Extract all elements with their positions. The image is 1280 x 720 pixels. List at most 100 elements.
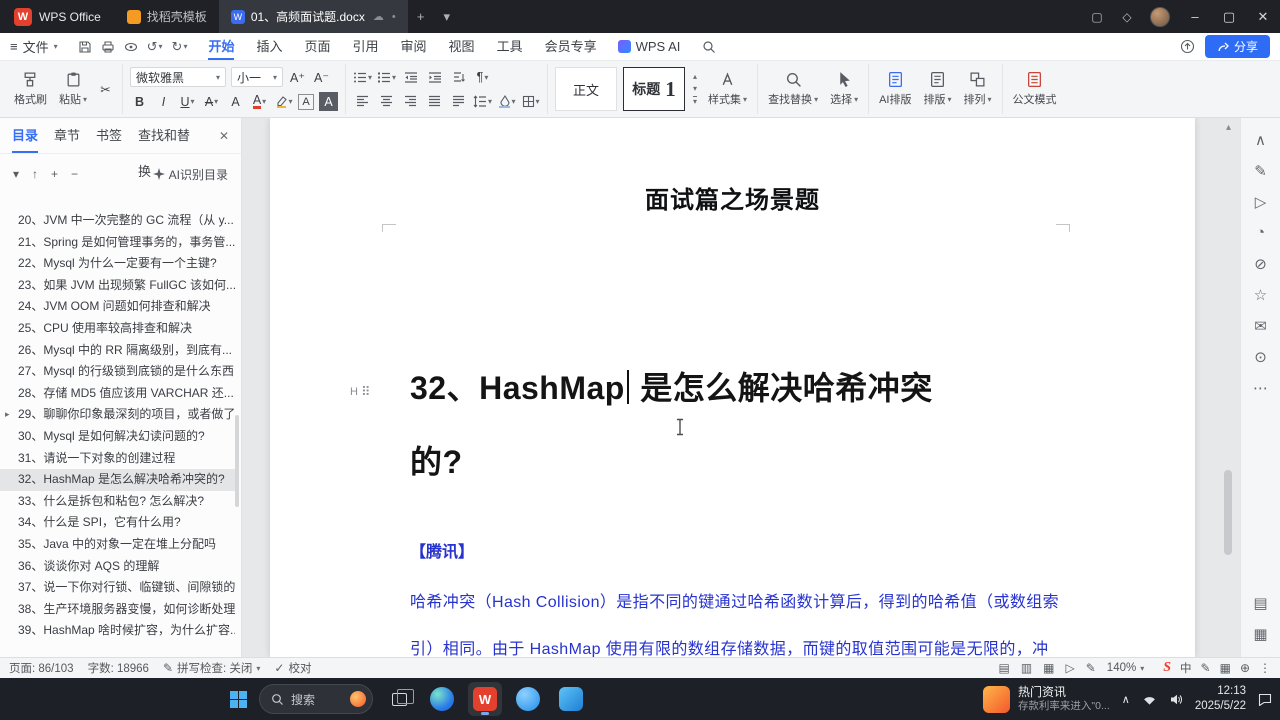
tab-document[interactable]: W 01、高频面试题.docx ☁ • xyxy=(218,0,408,33)
style-set-button[interactable]: 样式集 ▾ xyxy=(705,70,750,108)
expand-arrow-icon[interactable]: ▸ xyxy=(5,404,10,426)
tab-view[interactable]: 视图 xyxy=(438,33,486,60)
ai-recognize-toc-button[interactable]: AI识别目录 xyxy=(152,166,228,183)
close-button[interactable]: ✕ xyxy=(1246,0,1280,33)
qq-app-button[interactable] xyxy=(511,682,545,716)
rail-more-icon[interactable]: ⋯ xyxy=(1241,372,1280,403)
sidebar-tab-bookmarks[interactable]: 书签 xyxy=(96,118,122,153)
edge-browser-button[interactable] xyxy=(425,682,459,716)
arrange-button[interactable]: 排列 ▾ xyxy=(961,70,995,108)
tab-home[interactable]: 开始 xyxy=(197,33,245,60)
toc-item[interactable]: 30、Mysql 是如何解决幻读问题的? xyxy=(0,426,235,448)
toc-item[interactable]: 26、Mysql 中的 RR 隔离级别，到底有... xyxy=(0,340,235,362)
justify-button[interactable] xyxy=(425,92,444,111)
news-widget[interactable]: 热门资讯 存款利率来进入"0... xyxy=(982,685,1110,713)
rail-highlight-icon[interactable]: ◔ xyxy=(1241,217,1280,248)
taskbar-clock[interactable]: 12:13 2025/5/22 xyxy=(1195,684,1246,714)
ime-handwriting-icon[interactable]: ✎ xyxy=(1201,661,1211,675)
strikethrough-button[interactable]: A ▾ xyxy=(202,92,221,111)
view-mode-page-icon[interactable]: ▥ xyxy=(1021,661,1032,675)
ime-mode-indicator[interactable]: 中 xyxy=(1180,660,1192,676)
rail-target-icon[interactable]: ⊙ xyxy=(1241,341,1280,372)
word-count[interactable]: 字数: 18966 xyxy=(88,660,149,676)
rail-collapse-icon[interactable]: ∧ xyxy=(1241,124,1280,155)
toc-item[interactable]: 38、生产环境服务器变慢，如何诊断处理... xyxy=(0,599,235,621)
style-gallery-down[interactable]: ▾ xyxy=(693,84,697,93)
heading-drag-handle[interactable]: H ⠿ xyxy=(350,384,370,400)
paste-button[interactable]: 粘贴 ▾ xyxy=(56,70,90,108)
increase-indent-button[interactable] xyxy=(425,68,444,87)
collapse-level-button[interactable]: − xyxy=(71,167,78,181)
zoom-control[interactable]: 140% ▾ xyxy=(1107,662,1144,674)
task-view-button[interactable] xyxy=(382,682,416,716)
char-shading-button[interactable]: A xyxy=(319,92,339,111)
toc-item[interactable]: 21、Spring 是如何管理事务的，事务管... xyxy=(0,232,235,254)
tab-template-home[interactable]: 找稻壳模板 xyxy=(115,0,219,33)
notification-icon[interactable] xyxy=(1258,693,1272,706)
line-spacing-button[interactable]: ▾ xyxy=(473,92,492,111)
theme-skin-icon[interactable]: ◇ xyxy=(1112,0,1142,33)
print-icon[interactable] xyxy=(101,40,115,54)
decrease-indent-button[interactable] xyxy=(401,68,420,87)
decrease-font-button[interactable]: A⁻ xyxy=(312,68,331,87)
play-mode-icon[interactable]: ▷ xyxy=(1066,661,1075,675)
select-button[interactable]: 选择 ▾ xyxy=(827,70,861,108)
proofread-button[interactable]: ✓ 校对 xyxy=(274,660,311,676)
ai-layout-button[interactable]: AI排版 xyxy=(876,70,914,108)
sidebar-scrollbar[interactable] xyxy=(235,210,240,657)
taskbar-search[interactable]: 搜索 xyxy=(259,684,373,714)
sogou-logo-icon[interactable]: S xyxy=(1163,660,1171,676)
expand-level-button[interactable]: + xyxy=(51,167,58,181)
collapse-all-button[interactable]: ▾ xyxy=(13,167,19,181)
new-tab-button[interactable]: + xyxy=(408,0,434,33)
file-menu-button[interactable]: ≡ 文件 ▾ xyxy=(0,33,68,60)
clear-format-button[interactable]: A xyxy=(226,92,245,111)
maximize-button[interactable]: ▢ xyxy=(1212,0,1246,33)
redo-button[interactable]: ↻ ▾ xyxy=(172,39,188,55)
sidebar-tab-find-replace[interactable]: 查找和替换 xyxy=(138,118,203,179)
ime-toolbox-icon[interactable]: ⊕ xyxy=(1240,661,1250,675)
rail-edit-icon[interactable]: ✎ xyxy=(1241,155,1280,186)
start-button[interactable] xyxy=(230,690,247,708)
page-indicator[interactable]: 页面: 86/103 xyxy=(9,660,74,676)
find-replace-button[interactable]: 查找替换 ▾ xyxy=(765,70,821,108)
wifi-icon[interactable] xyxy=(1142,693,1157,706)
italic-button[interactable]: I xyxy=(154,92,173,111)
font-size-select[interactable]: 小一 ▾ xyxy=(231,67,284,87)
toc-item[interactable]: 34、什么是 SPI，它有什么用? xyxy=(0,512,235,534)
tray-expand-icon[interactable]: ∧ xyxy=(1122,693,1130,706)
shading-button[interactable]: ▾ xyxy=(497,92,516,111)
tab-list-button[interactable]: ▾ xyxy=(434,0,460,33)
style-body[interactable]: 正文 xyxy=(555,67,618,111)
toc-item[interactable]: 37、说一下你对行锁、临键锁、间隙锁的... xyxy=(0,577,235,599)
rail-comment-icon[interactable]: ✉ xyxy=(1241,310,1280,341)
cut-button[interactable]: ✂ xyxy=(96,80,115,99)
tab-insert[interactable]: 插入 xyxy=(245,33,293,60)
undo-button[interactable]: ↺ ▾ xyxy=(147,39,163,55)
toc-item[interactable]: 23、如果 JVM 出现频繁 FullGC 该如何... xyxy=(0,275,235,297)
volume-icon[interactable] xyxy=(1169,693,1183,706)
tab-review[interactable]: 审阅 xyxy=(390,33,438,60)
toc-item[interactable]: 28、存储 MD5 值应该用 VARCHAR 还... xyxy=(0,383,235,405)
toc-item[interactable]: 22、Mysql 为什么一定要有一个主键? xyxy=(0,253,235,275)
bold-button[interactable]: B xyxy=(130,92,149,111)
sort-button[interactable] xyxy=(449,68,468,87)
toc-item[interactable]: 39、HashMap 啥时候扩容，为什么扩容... xyxy=(0,620,235,642)
underline-button[interactable]: U ▾ xyxy=(178,92,197,111)
increase-font-button[interactable]: A⁺ xyxy=(288,68,307,87)
save-icon[interactable] xyxy=(78,40,92,54)
rail-phone-icon[interactable]: ▤ xyxy=(1241,587,1280,618)
preview-icon[interactable] xyxy=(124,40,138,54)
spellcheck-status[interactable]: ✎ 拼写检查: 关闭 ▾ xyxy=(163,660,260,676)
numbered-list-button[interactable]: ▾ xyxy=(377,68,396,87)
sidebar-tab-contents[interactable]: 目录 xyxy=(12,118,38,153)
style-gallery-up[interactable]: ▴ xyxy=(693,72,697,81)
avatar[interactable] xyxy=(1150,6,1170,27)
toc-item[interactable]: 36、谈谈你对 AQS 的理解 xyxy=(0,556,235,578)
app-brand[interactable]: W WPS Office xyxy=(0,0,115,33)
view-mode-read-icon[interactable]: ▤ xyxy=(998,661,1009,675)
view-mode-web-icon[interactable]: ▦ xyxy=(1043,661,1054,675)
align-center-button[interactable] xyxy=(377,92,396,111)
rail-eraser-icon[interactable]: ⊘ xyxy=(1241,248,1280,279)
style-heading1[interactable]: 标题 1 xyxy=(623,67,686,111)
